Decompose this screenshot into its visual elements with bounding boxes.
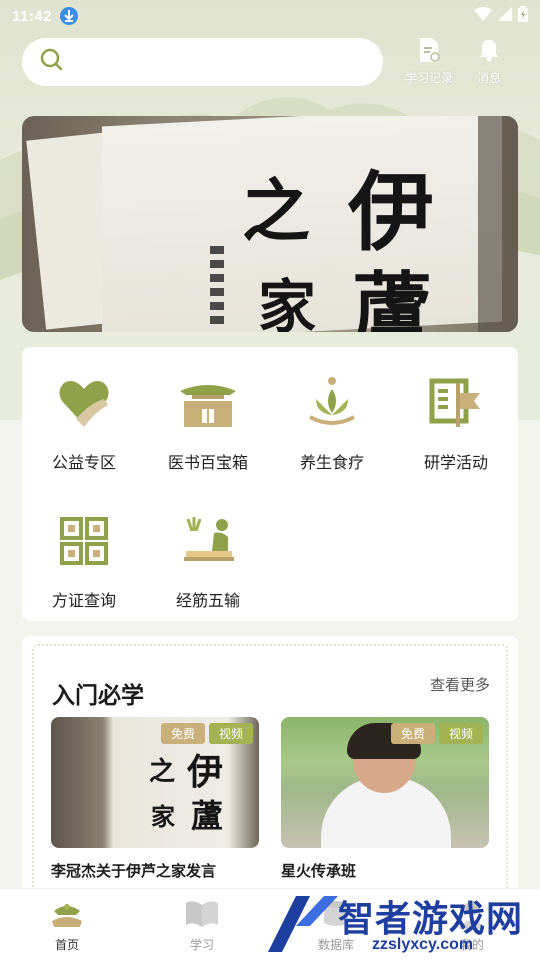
lotus-icon bbox=[302, 373, 362, 433]
heart-hand-icon bbox=[54, 373, 114, 433]
study-record-icon bbox=[418, 38, 440, 65]
course-tags: 免费 视频 bbox=[160, 723, 253, 744]
pavilion-icon bbox=[178, 373, 238, 433]
thumbnail-char: 家 bbox=[151, 802, 175, 831]
watermark-logo-icon bbox=[268, 896, 338, 952]
menu-item-label: 研学活动 bbox=[423, 455, 488, 472]
course-card[interactable]: 免费 视频 星火传承班 bbox=[281, 717, 489, 881]
course-tags: 免费 视频 bbox=[390, 723, 483, 744]
massage-icon bbox=[178, 511, 238, 571]
open-book-icon bbox=[185, 899, 219, 932]
menu-item-label: 方证查询 bbox=[51, 593, 116, 610]
status-time: 11:42 bbox=[12, 7, 53, 25]
wifi-icon bbox=[474, 7, 492, 25]
thumbnail-char: 之 bbox=[149, 757, 176, 787]
view-more-link[interactable]: 查看更多 bbox=[430, 674, 490, 695]
intro-section: 入门必学 查看更多 之 伊 家 蘆 免费 视频 李冠杰关于伊芦之家发言 免费 视… bbox=[22, 636, 518, 906]
thumbnail-char: 蘆 bbox=[191, 797, 224, 835]
messages-label: 消息 bbox=[476, 71, 501, 85]
tab-label: 首页 bbox=[54, 938, 79, 952]
course-card[interactable]: 之 伊 家 蘆 免费 视频 李冠杰关于伊芦之家发言 bbox=[51, 717, 259, 881]
tab-study[interactable]: 学习 bbox=[162, 899, 242, 953]
menu-item-prescription-query[interactable]: 方证查询 bbox=[22, 485, 146, 610]
banner-signature bbox=[210, 246, 224, 326]
book-flag-icon bbox=[426, 373, 486, 433]
thumbnail-char: 伊 bbox=[187, 751, 224, 793]
study-record-label: 学习记录 bbox=[404, 71, 453, 85]
banner-char: 家 bbox=[258, 273, 317, 332]
menu-item-label: 医书百宝箱 bbox=[167, 455, 248, 472]
course-title: 星火传承班 bbox=[281, 863, 357, 880]
menu-item-charity[interactable]: 公益专区 bbox=[22, 347, 146, 472]
quick-menu-card: 公益专区 医书百宝箱 养生食疗 研学活动 方证查询 经筋五输 bbox=[22, 347, 518, 621]
search-input[interactable] bbox=[74, 53, 354, 71]
course-thumbnail: 之 伊 家 蘆 免费 视频 bbox=[51, 717, 259, 848]
search-bar[interactable] bbox=[22, 38, 383, 86]
banner-carousel[interactable]: 之 伊 家 蘆 bbox=[22, 116, 518, 332]
tag-video: 视频 bbox=[208, 723, 253, 744]
tab-label: 学习 bbox=[189, 938, 214, 952]
watermark-domain: zzslyxcy.com bbox=[372, 936, 474, 953]
search-icon bbox=[40, 48, 64, 77]
grid-squares-icon bbox=[54, 511, 114, 571]
banner-char: 之 bbox=[242, 172, 311, 252]
tag-free: 免费 bbox=[160, 723, 205, 744]
menu-item-study-tour[interactable]: 研学活动 bbox=[394, 347, 518, 472]
tag-free: 免费 bbox=[390, 723, 435, 744]
menu-item-diet-therapy[interactable]: 养生食疗 bbox=[270, 347, 394, 472]
menu-item-label: 养生食疗 bbox=[299, 455, 364, 472]
home-hands-icon bbox=[50, 899, 84, 932]
battery-icon bbox=[518, 6, 528, 26]
tab-home[interactable]: 首页 bbox=[27, 899, 107, 953]
download-icon bbox=[60, 7, 79, 25]
course-title: 李冠杰关于伊芦之家发言 bbox=[51, 863, 217, 880]
section-title: 入门必学 bbox=[52, 682, 144, 708]
menu-item-medical-books[interactable]: 医书百宝箱 bbox=[146, 347, 270, 472]
bell-icon bbox=[479, 38, 499, 65]
menu-item-label: 经筋五输 bbox=[175, 593, 240, 610]
banner-background-edge bbox=[478, 116, 518, 332]
course-thumbnail: 免费 视频 bbox=[281, 717, 489, 848]
status-bar: 11:42 bbox=[0, 0, 540, 32]
menu-item-label: 公益专区 bbox=[51, 455, 116, 472]
tag-video: 视频 bbox=[438, 723, 483, 744]
cellular-signal-icon bbox=[498, 7, 512, 25]
messages-button[interactable]: 消息 bbox=[460, 38, 518, 86]
banner-char: 蘆 bbox=[352, 263, 432, 332]
watermark-brand: 智者游戏网 bbox=[338, 899, 524, 940]
menu-item-meridians[interactable]: 经筋五输 bbox=[146, 485, 270, 610]
site-watermark: 智者游戏网 zzslyxcy.com bbox=[262, 890, 540, 960]
study-record-button[interactable]: 学习记录 bbox=[400, 38, 458, 86]
